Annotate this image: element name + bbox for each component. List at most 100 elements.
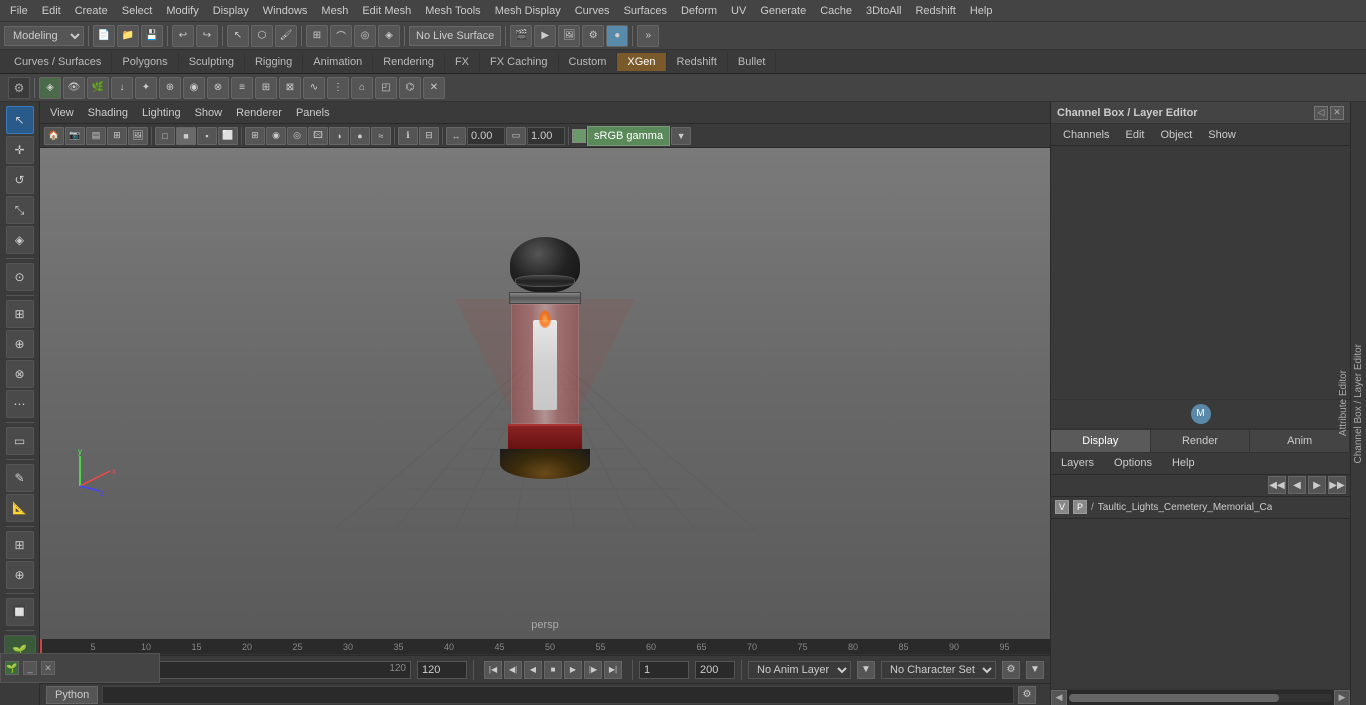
snap-point-btn[interactable]: ◎ — [354, 25, 376, 47]
menu-mesh-display[interactable]: Mesh Display — [489, 3, 567, 19]
gate-mask-btn[interactable]: ⊟ — [419, 127, 439, 145]
layers-tab-options[interactable]: Options — [1108, 455, 1158, 471]
menu-windows[interactable]: Windows — [257, 3, 314, 19]
end-frame-field[interactable] — [417, 661, 467, 679]
xgen-icon-15[interactable]: ◰ — [375, 77, 397, 99]
grid2-btn[interactable]: ⊕ — [6, 561, 34, 589]
image-plane-btn[interactable]: 🖼 — [128, 127, 148, 145]
menu-redshift[interactable]: Redshift — [909, 3, 961, 19]
xgen-icon-10[interactable]: ⊞ — [255, 77, 277, 99]
menu-3dto[interactable]: 3DtoAll — [860, 3, 907, 19]
tab-show[interactable]: Show — [1200, 127, 1244, 143]
menu-modify[interactable]: Modify — [160, 3, 204, 19]
show-manip2-button[interactable]: ⊕ — [6, 330, 34, 358]
ipr-btn[interactable]: ▶ — [534, 25, 556, 47]
status-input[interactable] — [102, 686, 1014, 704]
lasso-tool-btn[interactable]: ⬡ — [251, 25, 273, 47]
redo-button[interactable]: ↪ — [196, 25, 218, 47]
layer-end-btn[interactable]: ▶▶ — [1328, 476, 1346, 494]
step-fwd-btn[interactable]: |▶ — [584, 661, 602, 679]
display-tex-btn[interactable]: 🖾 — [308, 127, 328, 145]
tab-fx-caching[interactable]: FX Caching — [480, 53, 558, 71]
layer-back-btn[interactable]: ◀ — [1288, 476, 1306, 494]
paint-sel-btn[interactable]: 🖌 — [275, 25, 297, 47]
script-btn[interactable]: ✎ — [6, 464, 34, 492]
show-manip3-button[interactable]: ⊗ — [6, 360, 34, 388]
play-fwd-btn[interactable]: ▶ — [564, 661, 582, 679]
tab-fx[interactable]: FX — [445, 53, 480, 71]
cam-attr-btn[interactable]: ▤ — [86, 127, 106, 145]
edge-tab-channel-box[interactable]: Channel Box / Layer Editor — [1351, 336, 1366, 472]
menu-uv[interactable]: UV — [725, 3, 752, 19]
tab-rendering[interactable]: Rendering — [373, 53, 445, 71]
xgen-icon-16[interactable]: ⌬ — [399, 77, 421, 99]
flat-shade-btn[interactable]: ▪ — [197, 127, 217, 145]
bounding-box-btn[interactable]: ⬜ — [218, 127, 238, 145]
anim-layer-dropdown[interactable]: No Anim Layer — [748, 661, 851, 679]
xgen-icon-14[interactable]: ⌂ — [351, 77, 373, 99]
live-surface-button[interactable]: No Live Surface — [409, 26, 501, 46]
tab-edit[interactable]: Edit — [1117, 127, 1152, 143]
soft-select-button[interactable]: ⊙ — [6, 263, 34, 291]
scrollbar[interactable]: ◀ ▶ — [1051, 689, 1350, 705]
display-ao-btn[interactable]: ● — [350, 127, 370, 145]
timeline-ruler[interactable]: 5 10 15 20 25 30 35 40 45 50 55 60 65 70 — [40, 639, 1050, 655]
render-btn[interactable]: 🎬 — [510, 25, 532, 47]
color-profile-button[interactable]: sRGB gamma — [587, 126, 670, 146]
undo-button[interactable]: ↩ — [172, 25, 194, 47]
grid-display-btn[interactable]: ⊞ — [245, 127, 265, 145]
tab-animation[interactable]: Animation — [303, 53, 373, 71]
display-motion-blur-btn[interactable]: ≈ — [371, 127, 391, 145]
xgen-icon-17[interactable]: ✕ — [423, 77, 445, 99]
move-tool-button[interactable]: ✛ — [6, 136, 34, 164]
play-back-btn[interactable]: ◀ — [524, 661, 542, 679]
edge-tab-attribute-editor[interactable]: Attribute Editor — [1336, 362, 1351, 444]
tab-sculpting[interactable]: Sculpting — [179, 53, 245, 71]
layers-tab-layers[interactable]: Layers — [1055, 455, 1100, 471]
menu-help[interactable]: Help — [964, 3, 999, 19]
vp-menu-view[interactable]: View — [44, 105, 80, 121]
menu-curves[interactable]: Curves — [569, 3, 616, 19]
panel-close-btn[interactable]: ✕ — [1330, 106, 1344, 120]
open-file-button[interactable]: 📁 — [117, 25, 139, 47]
camera-home-btn[interactable]: 🏠 — [44, 127, 64, 145]
isolate-sel-btn[interactable]: ◎ — [287, 127, 307, 145]
render-settings-btn[interactable]: ⚙ — [582, 25, 604, 47]
wireframe-btn[interactable]: □ — [155, 127, 175, 145]
show-manip4-button[interactable]: ⋯ — [6, 390, 34, 418]
menu-edit[interactable]: Edit — [36, 3, 67, 19]
rotate-tool-button[interactable]: ↺ — [6, 166, 34, 194]
menu-edit-mesh[interactable]: Edit Mesh — [356, 3, 417, 19]
sync-cam-btn[interactable]: ↔ — [446, 127, 466, 145]
xgen-icon-4[interactable]: ↓ — [111, 77, 133, 99]
vp-menu-shading[interactable]: Shading — [82, 105, 134, 121]
layer-playback-btn[interactable]: P — [1073, 500, 1087, 514]
more-tools-btn[interactable]: » — [637, 25, 659, 47]
go-to-start-btn[interactable]: |◀ — [484, 661, 502, 679]
new-file-button[interactable]: 📄 — [93, 25, 115, 47]
snap-grid-btn[interactable]: ⊞ — [306, 25, 328, 47]
xgen-icon-12[interactable]: ∿ — [303, 77, 325, 99]
playback-start-field[interactable] — [639, 661, 689, 679]
panel-resize-btn[interactable]: ◁ — [1314, 106, 1328, 120]
layer-row[interactable]: V P / Taultic_Lights_Cemetery_Memorial_C… — [1051, 497, 1350, 519]
tab-xgen[interactable]: XGen — [617, 53, 666, 71]
playback-end-field[interactable] — [695, 661, 735, 679]
show-render-btn[interactable]: 🖼 — [558, 25, 580, 47]
scroll-left-btn[interactable]: ◀ — [1051, 690, 1067, 705]
color-profile-arrow[interactable]: ▼ — [671, 127, 691, 145]
xgen-icon-3[interactable]: 🌿 — [87, 77, 109, 99]
scroll-track[interactable] — [1069, 694, 1332, 702]
menu-file[interactable]: File — [4, 3, 34, 19]
tab-object[interactable]: Object — [1152, 127, 1200, 143]
menu-mesh[interactable]: Mesh — [315, 3, 354, 19]
tab-channels[interactable]: Channels — [1055, 127, 1117, 143]
menu-deform[interactable]: Deform — [675, 3, 723, 19]
step-back-btn[interactable]: ◀| — [504, 661, 522, 679]
tab-rigging[interactable]: Rigging — [245, 53, 303, 71]
xray-btn[interactable]: ◉ — [266, 127, 286, 145]
snap-btn[interactable]: 🔲 — [6, 598, 34, 626]
layers-tab-help[interactable]: Help — [1166, 455, 1201, 471]
settings-gear-icon[interactable]: ⚙ — [8, 77, 30, 99]
grid-btn[interactable]: ⊞ — [6, 531, 34, 559]
